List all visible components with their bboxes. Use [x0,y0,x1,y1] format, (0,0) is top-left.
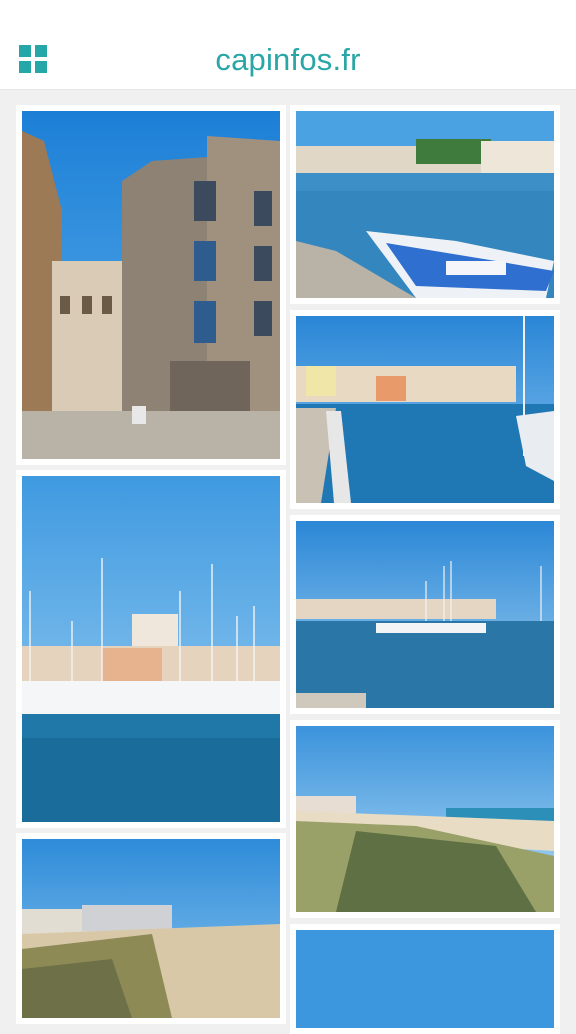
beach-image [22,839,280,1018]
photo-marina-quay[interactable] [290,310,560,509]
app-title: capinfos.fr [215,42,361,77]
photo-harbor-blue-boat[interactable] [290,105,560,304]
sailboat-image [22,476,280,822]
photo-beach-residences[interactable] [16,833,286,1024]
photo-port-view[interactable] [290,515,560,714]
port-view-image [296,521,554,708]
photo-sailboat-harbor[interactable] [16,470,286,828]
marina-quay-image [296,316,554,503]
photo-sky[interactable] [290,924,560,1034]
app-header: capinfos.fr [0,0,576,90]
photo-stone-townhouses[interactable] [16,105,286,465]
sky-image [296,930,554,1028]
photo-dunes-sea[interactable] [290,720,560,918]
harbor-boat-image [296,111,554,298]
photo-feed[interactable] [0,90,576,1034]
dunes-image [296,726,554,912]
townhouse-image [22,111,280,459]
